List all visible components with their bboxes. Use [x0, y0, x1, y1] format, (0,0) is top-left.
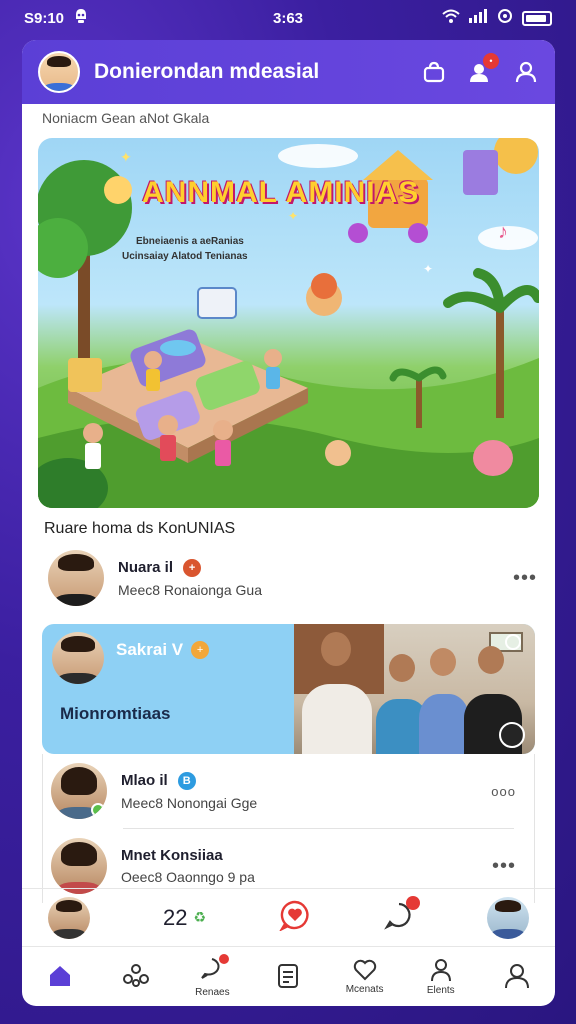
group-icon: [123, 963, 150, 987]
more-options-icon[interactable]: ooo: [491, 784, 516, 799]
tab-friends[interactable]: [104, 963, 168, 991]
reactions-badge: [219, 953, 230, 964]
feed-avatar[interactable]: [51, 763, 107, 819]
message-badge: [406, 896, 420, 910]
tab-messages[interactable]: Mcenats: [333, 958, 397, 995]
action-bar: 22 ♻: [22, 888, 555, 946]
feed-item-subtitle: Meec8 Nonongai Gge: [121, 794, 258, 811]
banner-title: ANNMAL AMINIAS: [142, 176, 420, 209]
highlight-name: Sakrai V: [116, 640, 184, 659]
tab-profile[interactable]: [485, 963, 549, 991]
feed-item[interactable]: Mlao il B Meec8 Nonongai Gge ooo: [43, 754, 534, 828]
svg-text:♪: ♪: [498, 221, 508, 243]
more-options-icon[interactable]: •••: [513, 567, 537, 590]
compose-avatar[interactable]: [48, 896, 90, 939]
tab-label: Elents: [426, 985, 455, 996]
feed-item-subtitle: Oeec8 Oaonngo 9 pa: [121, 869, 255, 885]
more-options-icon[interactable]: •••: [492, 855, 516, 878]
status-time-center: 3:63: [272, 9, 304, 27]
feed-item[interactable]: Nuara il + Meec8 Ronaionga Gua •••: [22, 546, 555, 610]
section-title: Ruare homa ds KonUNIAS: [44, 520, 236, 537]
friend-avatar[interactable]: [486, 896, 529, 939]
highlight-add-badge[interactable]: +: [191, 641, 210, 659]
notifications-button[interactable]: •: [467, 53, 499, 85]
feature-banner[interactable]: ✦ ✦ ✦ ♪ ANNMAL AMINIAS Ebneiaenis a aeRa…: [38, 138, 539, 508]
wifi-icon: [442, 9, 460, 27]
status-time-left: S9:10: [24, 9, 65, 27]
signal-icon: [468, 9, 488, 27]
app-header: Donierondan mdeasial •: [22, 40, 555, 104]
recycle-icon[interactable]: ♻: [193, 909, 206, 926]
tab-home[interactable]: [28, 963, 92, 991]
banner-tagline-1: Ebneiaenis a aeRanias: [136, 236, 244, 247]
group-photo[interactable]: [294, 624, 535, 754]
heart-chat-icon: [353, 959, 376, 981]
home-icon: [50, 965, 71, 986]
notification-badge: •: [483, 53, 499, 69]
feed-avatar[interactable]: [48, 550, 104, 606]
tab-label: Mcenats: [345, 984, 384, 995]
feed-item-name: Mlao il: [121, 772, 168, 789]
message-icon[interactable]: [384, 896, 420, 935]
notes-icon: [278, 963, 299, 988]
tab-label: Renaes: [195, 986, 230, 998]
feed-list: Mlao il B Meec8 Nonongai Gge ooo Mnet Ko…: [42, 754, 535, 903]
account-icon[interactable]: [513, 59, 539, 85]
feed-item-name: Mnet Konsiiaa: [121, 847, 223, 864]
status-bar: S9:10 3:63: [0, 0, 576, 36]
feed-badge: B: [177, 771, 196, 790]
page-subtitle: Noniacm Gean aNot Gkala: [42, 110, 210, 126]
feed-avatar[interactable]: [51, 838, 107, 894]
banner-tagline-2: Ucinsaiay Alatod Tenianas: [122, 251, 248, 262]
heart-comment-icon[interactable]: [278, 899, 311, 936]
app-title: Donierondan mdeasial: [94, 60, 320, 83]
tab-reactions[interactable]: Renaes: [180, 953, 244, 998]
timer-icon[interactable]: [499, 722, 525, 748]
svg-text:✦: ✦: [120, 149, 132, 165]
highlight-card[interactable]: Sakrai V + Mionromtiaas: [42, 624, 535, 754]
highlight-avatar[interactable]: [52, 632, 104, 684]
feed-item-subtitle: Meec8 Ronaionga Gua: [118, 581, 262, 598]
highlight-caption: Mionromtiaas: [60, 704, 171, 723]
battery-icon: [522, 10, 552, 26]
feed-item-name: Nuara il: [118, 559, 174, 576]
share-icon[interactable]: [505, 634, 521, 650]
user-avatar[interactable]: [38, 51, 80, 93]
reaction-count: 22: [162, 904, 188, 930]
wifi-alt-icon: [496, 9, 514, 27]
svg-text:✦: ✦: [423, 262, 433, 276]
tab-notes[interactable]: [256, 962, 320, 992]
bag-icon[interactable]: [421, 59, 447, 85]
person-icon: [430, 959, 451, 982]
svg-text:✦: ✦: [288, 209, 298, 223]
profile-icon: [504, 963, 529, 988]
notification-icon: [74, 8, 88, 28]
app-window: Donierondan mdeasial • Noniacm Gean aNot…: [22, 40, 555, 1006]
bottom-tab-bar: Renaes Mcenats Elents: [22, 946, 555, 1006]
feed-badge: +: [183, 558, 202, 577]
tab-clients[interactable]: Elents: [409, 957, 473, 996]
